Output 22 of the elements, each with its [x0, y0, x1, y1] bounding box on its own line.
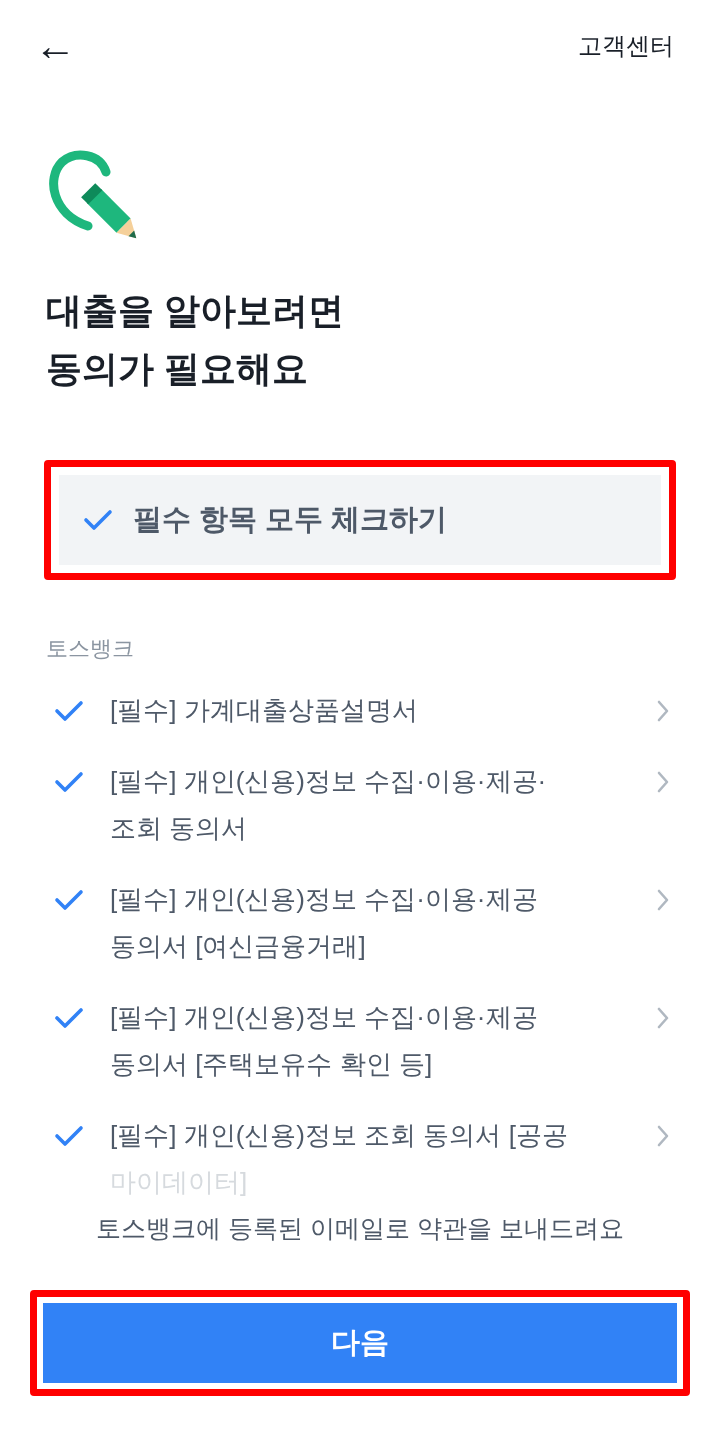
- chevron-right-icon[interactable]: [656, 699, 670, 723]
- chevron-right-icon[interactable]: [656, 1124, 670, 1148]
- agreement-item[interactable]: [필수] 가계대출상품설명서: [110, 687, 656, 734]
- chevron-right-icon[interactable]: [656, 770, 670, 794]
- check-icon[interactable]: [54, 771, 84, 793]
- check-icon[interactable]: [54, 889, 84, 911]
- check-icon[interactable]: [54, 700, 84, 722]
- section-label: 토스뱅크: [45, 635, 135, 663]
- footer-note: 토스뱅크에 등록된 이메일로 약관을 보내드려요: [95, 1213, 625, 1244]
- next-button[interactable]: 다음: [43, 1302, 677, 1383]
- check-icon[interactable]: [54, 1007, 84, 1029]
- chevron-right-icon[interactable]: [656, 888, 670, 912]
- chevron-right-icon[interactable]: [656, 1006, 670, 1030]
- check-icon[interactable]: [54, 1125, 84, 1147]
- agreement-item[interactable]: [필수] 개인(신용)정보 수집·이용·제공· 조회 동의서: [110, 758, 656, 852]
- agreement-item[interactable]: [필수] 개인(신용)정보 수집·이용·제공 동의서 [여신금융거래]: [110, 876, 656, 970]
- check-all-button[interactable]: 필수 항목 모두 체크하기: [59, 475, 661, 565]
- back-button[interactable]: ←: [34, 25, 76, 67]
- customer-center-link[interactable]: 고객센터: [578, 28, 674, 64]
- page-title: 대출을 알아보려면 동의가 필요해요: [45, 289, 345, 391]
- check-icon[interactable]: [83, 509, 113, 531]
- agreement-item[interactable]: [필수] 개인(신용)정보 수집·이용·제공 동의서 [주택보유수 확인 등]: [110, 994, 656, 1088]
